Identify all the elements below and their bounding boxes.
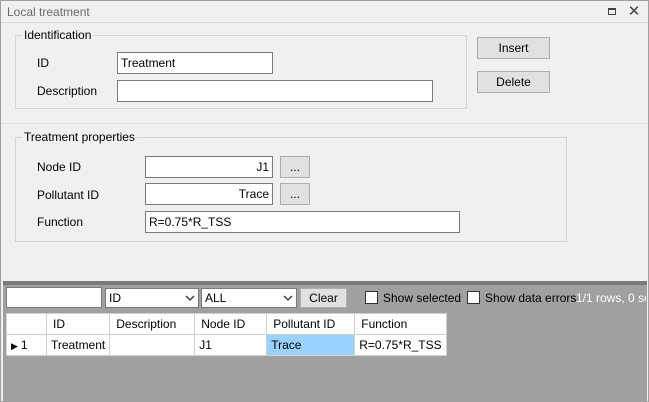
current-row-indicator-icon: ▶: [11, 341, 18, 351]
section-divider: [1, 123, 648, 124]
filter-input[interactable]: [6, 287, 102, 308]
identification-group-title: Identification: [22, 28, 94, 42]
node-id-browse-button[interactable]: ...: [280, 156, 310, 178]
function-input[interactable]: [145, 211, 460, 233]
show-selected-label: Show selected: [383, 291, 462, 305]
grid-header-pollutant-id[interactable]: Pollutant ID: [266, 313, 356, 335]
window-title: Local treatment: [7, 5, 90, 19]
data-grid: ID Description Node ID Pollutant ID Func…: [6, 313, 447, 356]
id-label: ID: [37, 56, 49, 70]
cell-node-id[interactable]: J1: [194, 334, 268, 356]
insert-button[interactable]: Insert: [477, 37, 550, 59]
node-id-input[interactable]: [145, 156, 273, 178]
cell-function[interactable]: R=0.75*R_TSS: [354, 334, 447, 356]
grid-header-function[interactable]: Function: [354, 313, 447, 335]
chevron-down-icon: [283, 295, 293, 301]
field-select-value: ID: [109, 291, 121, 305]
id-input[interactable]: [117, 52, 273, 74]
chevron-down-icon: [185, 295, 195, 301]
pollutant-id-browse-button[interactable]: ...: [280, 183, 310, 205]
function-label: Function: [37, 215, 84, 229]
description-input[interactable]: [117, 80, 433, 102]
grid-header-row: ID Description Node ID Pollutant ID Func…: [6, 313, 447, 335]
delete-button[interactable]: Delete: [477, 71, 550, 93]
pollutant-id-input[interactable]: [145, 183, 273, 205]
show-data-errors-checkbox[interactable]: [467, 291, 480, 304]
row-count-info: 1/1 rows, 0 sel: [576, 291, 646, 305]
grid-toolbar: ID ALL Clear Show selected Show data err…: [3, 285, 647, 311]
cell-pollutant-id[interactable]: Trace: [266, 334, 356, 356]
title-bar: Local treatment ✕: [1, 1, 648, 23]
description-label: Description: [37, 84, 98, 98]
row-header[interactable]: ▶ 1: [6, 334, 47, 356]
treatment-properties-group-title: Treatment properties: [22, 130, 137, 144]
row-number: 1: [20, 338, 28, 352]
show-selected-checkbox[interactable]: [365, 291, 378, 304]
table-row[interactable]: ▶ 1 Treatment J1 Trace R=0.75*R_TSS: [6, 334, 447, 356]
pollutant-id-label: Pollutant ID: [37, 188, 100, 202]
clear-button[interactable]: Clear: [300, 288, 347, 308]
node-id-label: Node ID: [37, 160, 82, 174]
data-grid-area: ID Description Node ID Pollutant ID Func…: [3, 311, 647, 401]
grid-header-description[interactable]: Description: [109, 313, 196, 335]
grid-header-id[interactable]: ID: [45, 313, 111, 335]
cell-description[interactable]: [109, 334, 196, 356]
cell-id[interactable]: Treatment: [45, 334, 111, 356]
grid-header-corner: [6, 313, 47, 335]
local-treatment-window: Local treatment ✕ Identification ID Desc…: [0, 0, 649, 402]
show-data-errors-label: Show data errors: [485, 291, 577, 305]
maximize-icon[interactable]: [604, 4, 620, 20]
field-select[interactable]: ID: [105, 288, 199, 308]
grid-header-node-id[interactable]: Node ID: [194, 313, 268, 335]
close-icon[interactable]: ✕: [626, 4, 642, 20]
scope-select[interactable]: ALL: [201, 288, 297, 308]
scope-select-value: ALL: [205, 291, 227, 305]
